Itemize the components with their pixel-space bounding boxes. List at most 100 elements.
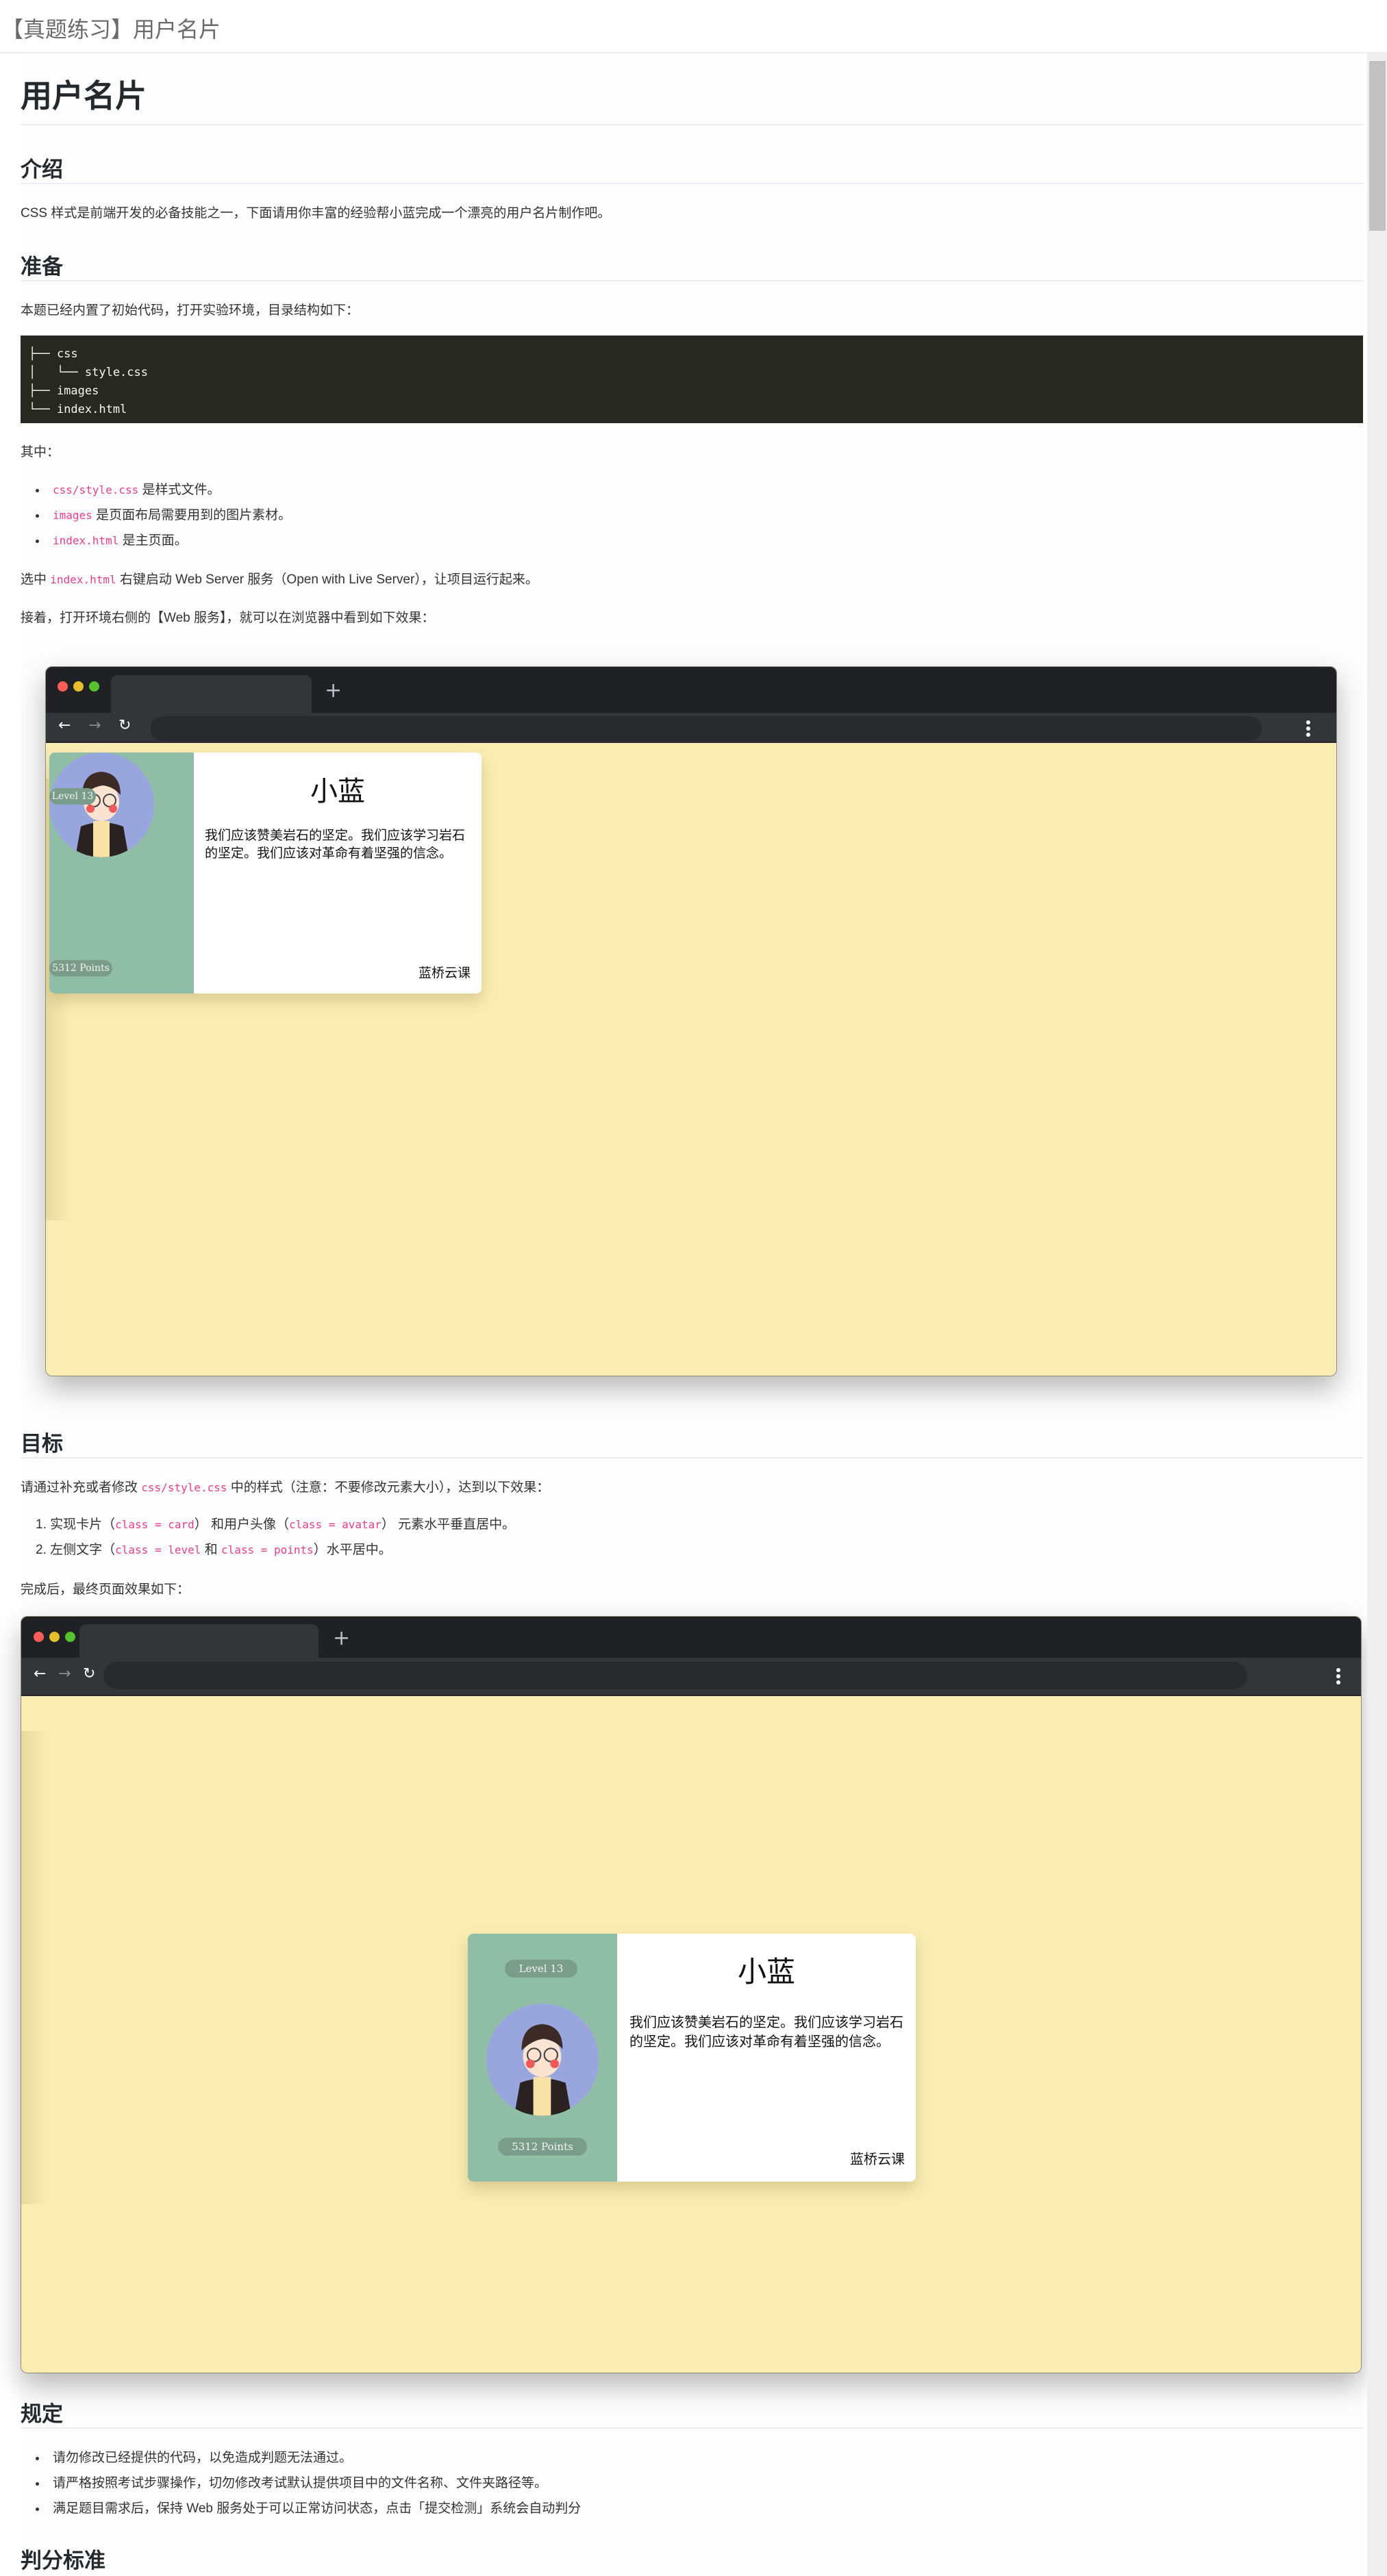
- avatar-illustration-icon: [75, 772, 129, 857]
- inline-code: class = avatar: [289, 1518, 382, 1531]
- list-item-text: 是样式文件。: [138, 483, 221, 497]
- run-suffix: 右键启动 Web Server 服务（Open with Live Server…: [116, 572, 538, 587]
- back-arrow-icon: ←: [34, 1665, 47, 1682]
- prep-text: 本题已经内置了初始代码，打开实验环境，目录结构如下：: [21, 303, 360, 318]
- page-title: 用户名片: [21, 78, 147, 114]
- text: ） 元素水平垂直居中。: [381, 1517, 516, 1532]
- back-arrow-icon: ←: [58, 717, 71, 734]
- scrollbar-thumb[interactable]: [1369, 61, 1386, 231]
- text: 左侧文字（: [50, 1543, 116, 1557]
- points-badge: 5312 Points: [498, 2138, 587, 2156]
- text: ）水平居中。: [313, 1543, 392, 1557]
- heading-prep: 准备: [21, 255, 63, 279]
- divider: [21, 280, 1363, 281]
- browser-tab: [79, 1624, 318, 1658]
- level-badge: Level 13: [49, 788, 96, 805]
- page-header-title: 【真题练习】用户名片: [1, 17, 221, 42]
- browser-preview-initial: + ← → ↻ Level 13 5312 Points 小蓝 我们应该赞美岩石…: [45, 666, 1337, 1376]
- text: 和: [201, 1543, 221, 1557]
- next-instruction: 接着，打开环境右侧的【Web 服务】，就可以在浏览器中看到如下效果：: [21, 611, 435, 625]
- goal-list: 实现卡片（class = card） 和用户头像（class = avatar）…: [36, 1514, 515, 1565]
- card-right-panel: 小蓝 我们应该赞美岩石的坚定。我们应该学习岩石的坚定。我们应该对革命有着坚强的信…: [617, 1934, 916, 2182]
- list-item: images 是页面布局需要用到的图片素材。: [36, 505, 291, 530]
- avatar: [49, 753, 154, 857]
- page-scrollbar[interactable]: [1367, 53, 1387, 2576]
- list-item: index.html 是主页面。: [36, 530, 291, 555]
- forward-arrow-icon: →: [58, 1665, 71, 1682]
- window-controls: [34, 1632, 75, 1642]
- browser-tabbar: +: [21, 1617, 1361, 1658]
- browser-tabbar: +: [46, 667, 1336, 713]
- address-bar: [103, 1662, 1247, 1689]
- browser-toolbar: ← → ↻: [21, 1658, 1361, 1696]
- inline-code: index.html: [50, 573, 116, 586]
- list-item: 请严格按照考试步骤操作，切勿修改考试默认提供项目中的文件名称、文件夹路径等。: [36, 2473, 581, 2498]
- new-tab-icon: +: [333, 1626, 351, 1650]
- list-item: 左侧文字（class = level 和 class = points）水平居中…: [36, 1539, 515, 1565]
- minimize-dot-icon: [49, 1632, 60, 1642]
- kebab-menu-icon: [1336, 1668, 1340, 1684]
- user-card: Level 13 5312 Points 小蓝 我们应该赞美岩石的坚定。我们应该…: [468, 1934, 916, 2182]
- inline-code: class = points: [221, 1543, 314, 1556]
- new-tab-icon: +: [325, 679, 342, 703]
- list-item: 实现卡片（class = card） 和用户头像（class = avatar）…: [36, 1514, 515, 1539]
- top-bar: 【真题练习】用户名片: [0, 0, 1387, 53]
- heading-scoring: 判分标准: [21, 2549, 105, 2573]
- goal-prefix: 请通过补充或者修改: [21, 1480, 142, 1495]
- divider: [21, 183, 1363, 184]
- browser-tab: [111, 675, 312, 713]
- inline-code: images: [53, 509, 92, 522]
- list-item-text: 是页面布局需要用到的图片素材。: [92, 508, 292, 522]
- inline-code: class = level: [115, 1543, 201, 1556]
- user-name: 小蓝: [737, 1955, 795, 1988]
- avatar-illustration-icon: [514, 2024, 572, 2116]
- close-dot-icon: [34, 1632, 44, 1642]
- inline-code: css/style.css: [141, 1481, 227, 1494]
- file-list: css/style.css 是样式文件。 images 是页面布局需要用到的图片…: [36, 479, 291, 555]
- list-item-text: 是主页面。: [118, 533, 188, 548]
- browser-toolbar: ← → ↻: [46, 713, 1336, 743]
- user-description: 我们应该赞美岩石的坚定。我们应该学习岩石的坚定。我们应该对革命有着坚强的信念。: [629, 2014, 903, 2049]
- user-card: Level 13 5312 Points 小蓝 我们应该赞美岩石的坚定。我们应该…: [49, 753, 482, 994]
- browser-viewport: Level 13 5312 Points 小蓝 我们应该赞美岩石的坚定。我们应该…: [21, 1697, 1361, 2373]
- among-text: 其中：: [21, 445, 60, 459]
- intro-text: CSS 样式是前端开发的必备技能之一，下面请用你丰富的经验帮小蓝完成一个漂亮的用…: [21, 206, 611, 220]
- list-item: css/style.css 是样式文件。: [36, 479, 291, 505]
- brand-text: 蓝桥云课: [418, 965, 471, 981]
- heading-goal: 目标: [21, 1432, 63, 1456]
- user-description: 我们应该赞美岩石的坚定。我们应该学习岩石的坚定。我们应该对革命有着坚强的信念。: [205, 828, 466, 861]
- minimize-dot-icon: [73, 681, 84, 692]
- heading-intro: 介绍: [21, 157, 63, 181]
- browser-viewport: Level 13 5312 Points 小蓝 我们应该赞美岩石的坚定。我们应该…: [46, 744, 1336, 1376]
- divider: [21, 1457, 1363, 1459]
- run-instruction: 选中 index.html 右键启动 Web Server 服务（Open wi…: [21, 569, 538, 588]
- card-right-panel: 小蓝 我们应该赞美岩石的坚定。我们应该学习岩石的坚定。我们应该对革命有着坚强的信…: [194, 753, 482, 994]
- brand-text: 蓝桥云课: [850, 2151, 905, 2167]
- heading-rules: 规定: [21, 2402, 63, 2426]
- card-left-panel: Level 13 5312 Points: [49, 753, 194, 994]
- inline-code: class = card: [115, 1518, 195, 1531]
- divider: [21, 2427, 1363, 2429]
- reload-icon: ↻: [118, 717, 132, 734]
- list-item: 满足题目需求后，保持 Web 服务处于可以正常访问状态，点击「提交检测」系统会自…: [36, 2498, 581, 2523]
- kebab-menu-icon: [1306, 720, 1310, 737]
- maximize-dot-icon: [65, 1632, 75, 1642]
- close-dot-icon: [58, 681, 68, 692]
- browser-preview-final: + ← → ↻ Level 13 5312 Points 小蓝 我们应该赞美岩石…: [21, 1616, 1362, 2373]
- window-controls: [58, 681, 99, 692]
- goal-suffix: 中的样式（注意：不要修改元素大小），达到以下效果：: [227, 1480, 550, 1495]
- list-item: 请勿修改已经提供的代码，以免造成判题无法通过。: [36, 2447, 581, 2473]
- card-left-panel: Level 13 5312 Points: [468, 1934, 617, 2182]
- reload-icon: ↻: [83, 1665, 96, 1682]
- points-badge: 5312 Points: [49, 960, 112, 976]
- user-name: 小蓝: [310, 776, 365, 807]
- forward-arrow-icon: →: [88, 717, 101, 734]
- divider: [21, 124, 1363, 125]
- level-badge: Level 13: [505, 1960, 577, 1978]
- after-text: 完成后，最终页面效果如下：: [21, 1582, 190, 1597]
- avatar: [486, 2004, 599, 2116]
- rules-list: 请勿修改已经提供的代码，以免造成判题无法通过。 请严格按照考试步骤操作，切勿修改…: [36, 2447, 581, 2523]
- address-bar: [150, 716, 1262, 741]
- goal-text: 请通过补充或者修改 css/style.css 中的样式（注意：不要修改元素大小…: [21, 1477, 549, 1495]
- directory-tree-code: ├── css │ └── style.css ├── images └── i…: [21, 336, 1363, 423]
